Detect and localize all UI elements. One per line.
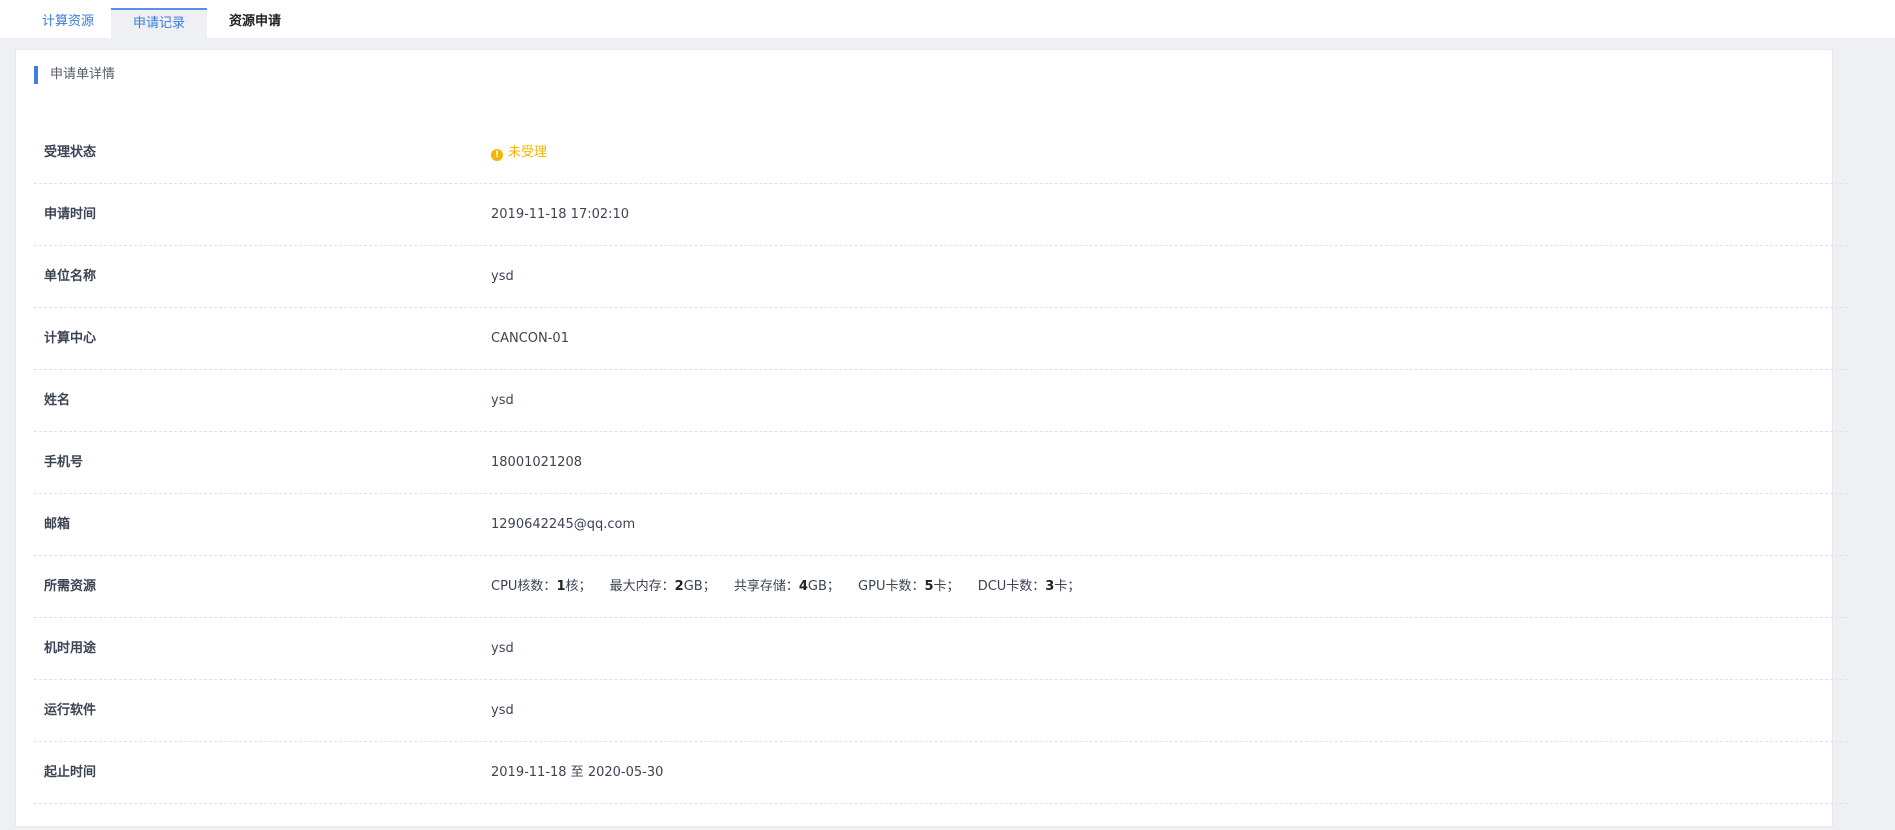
detail-row-phone: 手机号 18001021208 — [34, 432, 1848, 494]
field-label: 申请时间 — [44, 207, 97, 222]
section-title: 申请单详情 — [34, 66, 115, 84]
status-value: ! 未受理 — [491, 122, 547, 184]
resource-number: 5 — [924, 579, 934, 594]
field-label: 所需资源 — [44, 579, 97, 594]
field-label: 手机号 — [44, 455, 84, 470]
detail-row-org: 单位名称 ysd — [34, 246, 1848, 308]
field-value: ysd — [491, 703, 514, 718]
field-label: 邮箱 — [44, 517, 71, 532]
resource-number: 4 — [798, 579, 808, 594]
detail-row-status: 受理状态 ! 未受理 — [34, 122, 1848, 184]
detail-panel: 申请单详情 受理状态 ! 未受理 申请时间 2019-11-18 17:02:10… — [15, 49, 1848, 827]
resource-label: CPU核数： — [491, 579, 557, 594]
field-label: 单位名称 — [44, 269, 97, 284]
resource-unit: 核； — [565, 579, 592, 594]
detail-row-resources: 所需资源 CPU核数：1核； 最大内存：2GB； 共享存储：4GB； GPU卡数… — [34, 556, 1848, 618]
resource-gpu: GPU卡数：5卡； — [858, 579, 960, 594]
status-text: 未受理 — [508, 145, 548, 160]
tab-bar: 计算资源 申请记录 资源申请 — [0, 0, 1895, 38]
tab-application-records[interactable]: 申请记录 — [111, 8, 207, 38]
tab-resource-application[interactable]: 资源申请 — [210, 8, 300, 38]
resource-number: 3 — [1045, 579, 1055, 594]
resource-label: 最大内存： — [609, 579, 675, 594]
field-label: 机时用途 — [44, 641, 97, 656]
field-label: 姓名 — [44, 393, 71, 408]
resource-label: DCU卡数： — [977, 579, 1046, 594]
detail-row-name: 姓名 ysd — [34, 370, 1848, 432]
detail-row-center: 计算中心 CANCON-01 — [34, 308, 1848, 370]
detail-list: 受理状态 ! 未受理 申请时间 2019-11-18 17:02:10 单位名称 … — [34, 122, 1848, 804]
resources-value: CPU核数：1核； 最大内存：2GB； 共享存储：4GB； GPU卡数：5卡； … — [491, 556, 1094, 618]
tab-compute-resources[interactable]: 计算资源 — [24, 8, 112, 38]
field-value: ysd — [491, 269, 514, 284]
detail-row-apply-time: 申请时间 2019-11-18 17:02:10 — [34, 184, 1848, 246]
field-value: 1290642245@qq.com — [491, 517, 636, 532]
field-value: 18001021208 — [491, 455, 582, 470]
field-label: 计算中心 — [44, 331, 97, 346]
detail-row-email: 邮箱 1290642245@qq.com — [34, 494, 1848, 556]
resource-unit: GB； — [683, 579, 716, 594]
field-value: 2019-11-18 17:02:10 — [491, 207, 630, 222]
resource-storage: 共享存储：4GB； — [734, 579, 840, 594]
field-value: ysd — [491, 393, 514, 408]
warning-circle-icon: ! — [491, 149, 503, 161]
detail-row-purpose: 机时用途 ysd — [34, 618, 1848, 680]
field-label: 起止时间 — [44, 765, 97, 780]
resource-label: 共享存储： — [733, 579, 799, 594]
field-value: CANCON-01 — [491, 331, 569, 346]
resource-unit: 卡； — [933, 579, 960, 594]
field-value: ysd — [491, 641, 514, 656]
detail-row-period: 起止时间 2019-11-18 至 2020-05-30 — [34, 742, 1848, 804]
resource-label: GPU卡数： — [858, 579, 925, 594]
resource-dcu: DCU卡数：3卡； — [978, 579, 1081, 594]
resource-unit: 卡； — [1054, 579, 1081, 594]
resource-number: 2 — [674, 579, 684, 594]
resource-unit: GB； — [807, 579, 840, 594]
resource-memory: 最大内存：2GB； — [610, 579, 716, 594]
field-label: 运行软件 — [44, 703, 97, 718]
detail-row-software: 运行软件 ysd — [34, 680, 1848, 742]
field-label: 受理状态 — [44, 145, 97, 160]
field-value: 2019-11-18 至 2020-05-30 — [491, 765, 664, 780]
resource-cpu: CPU核数：1核； — [491, 579, 592, 594]
